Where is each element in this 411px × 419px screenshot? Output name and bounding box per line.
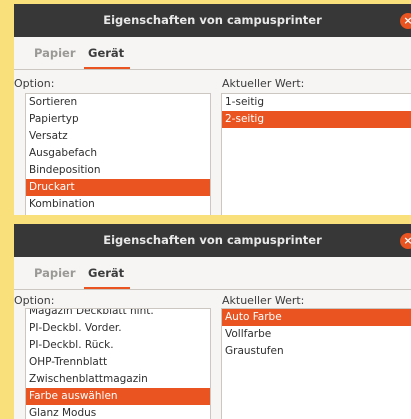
option-item-pi-deckbl-rueck[interactable]: PI-Deckbl. Rück. [26,337,210,354]
tab-papier[interactable]: Papier [34,37,76,69]
tab-papier[interactable]: Papier [34,257,76,289]
option-column-header: Option: [14,77,55,90]
option-item-bindeposition[interactable]: Bindeposition [26,162,210,179]
value-item-vollfarbe[interactable]: Vollfarbe [222,326,411,343]
option-item-farbe-auswaehlen[interactable]: Farbe auswählen [26,388,210,405]
value-column-header: Aktueller Wert: [222,294,305,307]
option-list[interactable]: Sortieren Papiertyp Versatz Ausgabefach … [25,93,211,215]
window-title: Eigenschaften von campusprinter [103,13,322,27]
option-item-magazin-deckblatt-hint[interactable]: Magazin Deckblatt hint. [26,309,210,320]
close-icon[interactable]: × [400,233,411,249]
window-title: Eigenschaften von campusprinter [103,233,322,247]
printer-properties-dialog-1: Eigenschaften von campusprinter × Papier… [14,4,411,215]
window-titlebar[interactable]: Eigenschaften von campusprinter × [14,224,411,257]
option-item-versatz[interactable]: Versatz [26,128,210,145]
value-item-1-seitig[interactable]: 1-seitig [222,94,411,111]
option-item-druckart[interactable]: Druckart [26,179,210,196]
window-titlebar[interactable]: Eigenschaften von campusprinter × [14,4,411,37]
value-item-graustufen[interactable]: Graustufen [222,343,411,360]
close-icon[interactable]: × [400,13,411,29]
value-list[interactable]: 1-seitig 2-seitig [221,93,411,215]
value-item-auto-farbe[interactable]: Auto Farbe [222,309,411,326]
tab-geraet[interactable]: Gerät [83,257,131,289]
option-item-ohp-trennblatt[interactable]: OHP-Trennblatt [26,354,210,371]
option-item-glanz-modus[interactable]: Glanz Modus [26,405,210,419]
tab-bar: Papier Gerät [14,37,411,70]
value-item-2-seitig[interactable]: 2-seitig [222,111,411,128]
tab-bar: Papier Gerät [14,257,411,290]
option-item-kombination[interactable]: Kombination [26,196,210,213]
value-list[interactable]: Auto Farbe Vollfarbe Graustufen [221,308,411,419]
option-item-papiertyp[interactable]: Papiertyp [26,111,210,128]
option-item-sortieren[interactable]: Sortieren [26,94,210,111]
option-item-zwischenblattmagazin[interactable]: Zwischenblattmagazin [26,371,210,388]
option-list[interactable]: Magazin Deckblatt hint. PI-Deckbl. Vorde… [25,308,211,419]
option-item-pi-deckbl-vorder[interactable]: PI-Deckbl. Vorder. [26,320,210,337]
printer-properties-dialog-2: Eigenschaften von campusprinter × Papier… [14,224,411,419]
tab-geraet[interactable]: Gerät [83,37,131,69]
option-column-header: Option: [14,294,55,307]
value-column-header: Aktueller Wert: [222,77,305,90]
option-item-ausgabefach[interactable]: Ausgabefach [26,145,210,162]
